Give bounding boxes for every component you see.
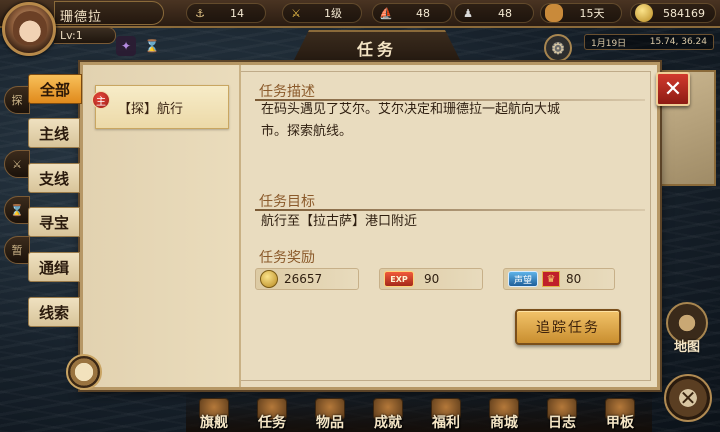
- map-info: 1月19日 15.74, 36.24: [584, 34, 714, 50]
- tab-treasure[interactable]: 寻宝: [28, 207, 80, 237]
- quest-panel: 主 【探】航行 任务描述 在码头遇见了艾尔。艾尔决定和珊德拉一起航向大城 市。探…: [80, 62, 660, 390]
- rank-sword-icon: ⚔: [291, 6, 301, 20]
- reward-title: 任务奖励: [259, 250, 315, 266]
- nav-achievements[interactable]: 成就: [362, 392, 414, 432]
- description-title: 任务描述: [259, 84, 315, 100]
- nav-label: 任务: [258, 415, 286, 431]
- resource-food[interactable]: 15天: [540, 3, 622, 23]
- nav-items[interactable]: 物品: [304, 392, 356, 432]
- close-button[interactable]: ✕: [656, 72, 690, 106]
- exp-icon: EXP: [384, 271, 414, 287]
- avatar-portrait: [13, 11, 47, 45]
- main-quest-badge: 主: [92, 91, 110, 109]
- resource-rank[interactable]: ⚔ 1级: [282, 3, 362, 23]
- resource-crew[interactable]: ♟ 48: [454, 3, 534, 23]
- sword-side-icon[interactable]: ⚔: [4, 150, 30, 178]
- nav-deck[interactable]: 甲板: [594, 392, 646, 432]
- nav-quests[interactable]: 任务: [246, 392, 298, 432]
- goal-title: 任务目标: [259, 194, 315, 210]
- tab-clues[interactable]: 线索: [28, 297, 80, 327]
- bread-icon: [545, 4, 563, 22]
- map-coords: 15.74, 36.24: [649, 37, 707, 47]
- resource-ship[interactable]: ⛵ 48: [372, 3, 452, 23]
- description-line: 市。探索航线。: [261, 124, 353, 139]
- resource-anchor[interactable]: ⚓ 14: [186, 3, 266, 23]
- explore-side-label: 探: [11, 94, 23, 107]
- resource-value: 48: [498, 6, 512, 20]
- gold-coin-icon: [260, 270, 278, 288]
- crew-icon: ♟: [463, 6, 473, 20]
- resource-value: 15天: [579, 7, 605, 20]
- compass-icon[interactable]: [66, 354, 102, 390]
- fame-icon: 声望: [508, 271, 538, 287]
- quest-name: 【探】航行: [118, 101, 184, 117]
- nav-label: 日志: [548, 415, 576, 431]
- quest-list: 主 【探】航行: [83, 65, 241, 387]
- resource-value: 1级: [324, 7, 342, 20]
- nav-welfare[interactable]: 福利: [420, 392, 472, 432]
- pause-side-label: 暂: [11, 244, 23, 257]
- window-title-tab: 任务: [292, 30, 462, 64]
- nav-label: 成就: [374, 415, 402, 431]
- reward-gold: 26657: [255, 268, 359, 290]
- reward-gold-value: 26657: [284, 272, 323, 286]
- reward-exp: EXP 90: [379, 268, 483, 290]
- player-name: 珊德拉: [60, 10, 103, 25]
- description-line: 在码头遇见了艾尔。艾尔决定和珊德拉一起航向大城: [261, 102, 561, 117]
- avatar[interactable]: [2, 2, 56, 56]
- tab-wanted[interactable]: 通缉: [28, 252, 80, 282]
- quest-list-item[interactable]: 主 【探】航行: [92, 85, 229, 129]
- hourglass-side-icon[interactable]: ⌛: [4, 196, 30, 224]
- reward-exp-value: 90: [424, 272, 440, 286]
- anchor-icon: ⚓: [195, 6, 205, 20]
- nav-shop[interactable]: 商城: [478, 392, 530, 432]
- quest-goal: 航行至【拉古萨】港口附近: [261, 214, 418, 229]
- nav-label: 甲板: [606, 415, 634, 431]
- resource-value: 48: [416, 6, 430, 20]
- tab-all[interactable]: 全部: [28, 74, 82, 104]
- buff-icon[interactable]: ✦: [116, 36, 136, 56]
- settings-gear-icon[interactable]: ⚙: [544, 34, 572, 62]
- track-quest-button[interactable]: 追踪任务: [515, 309, 621, 345]
- nav-label: 旗舰: [200, 415, 228, 431]
- window-title: 任务: [356, 40, 397, 59]
- resource-value: 584169: [663, 6, 705, 20]
- pause-side-button[interactable]: 暂: [4, 236, 30, 264]
- nav-label: 商城: [490, 415, 518, 431]
- explore-side-button[interactable]: 探: [4, 86, 30, 114]
- tab-main[interactable]: 主线: [28, 118, 80, 148]
- player-level: Lv:1: [60, 29, 83, 42]
- map-label: 地图: [673, 340, 700, 355]
- nav-label: 物品: [316, 415, 344, 431]
- reward-fame-value: 80: [566, 272, 582, 286]
- nav-label: 福利: [432, 415, 460, 431]
- ship-icon: ⛵: [379, 6, 393, 20]
- resource-value: 14: [230, 6, 244, 20]
- reward-fame: 声望 ♛ 80: [503, 268, 615, 290]
- map-button[interactable]: 地图: [664, 302, 710, 356]
- map-date: 1月19日: [591, 38, 627, 49]
- hourglass-icon[interactable]: ⌛: [142, 36, 162, 56]
- resource-gold[interactable]: 584169: [630, 3, 716, 23]
- nav-log[interactable]: 日志: [536, 392, 588, 432]
- crossed-swords-button[interactable]: ✕: [664, 374, 712, 422]
- lion-flag-icon: ♛: [542, 271, 560, 287]
- quest-description: 在码头遇见了艾尔。艾尔决定和珊德拉一起航向大城 市。探索航线。: [261, 99, 560, 143]
- nav-flagship[interactable]: 旗舰: [188, 392, 240, 432]
- gold-coin-icon: [635, 4, 653, 22]
- tab-side[interactable]: 支线: [28, 163, 80, 193]
